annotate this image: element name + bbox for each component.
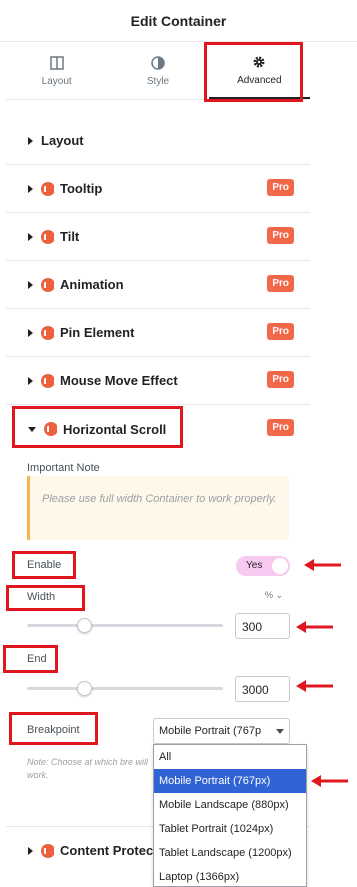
section-tilt[interactable]: Tilt Pro xyxy=(6,213,310,261)
enable-toggle-text: Yes xyxy=(246,560,263,571)
tab-style[interactable]: Style xyxy=(107,44,208,99)
tab-layout[interactable]: Layout xyxy=(6,44,107,99)
arrow-left-icon xyxy=(296,680,333,692)
section-label: Mouse Move Effect xyxy=(60,373,178,388)
tab-style-label: Style xyxy=(146,76,170,87)
section-label: Pin Element xyxy=(60,325,135,340)
width-input[interactable]: 300 xyxy=(235,613,290,639)
section-label: Animation xyxy=(60,277,124,292)
pro-badge: Pro xyxy=(267,323,294,340)
gear-icon xyxy=(253,56,265,68)
section-mouse-move-effect[interactable]: Mouse Move Effect Pro xyxy=(6,357,310,405)
caret-down-icon xyxy=(28,426,36,432)
plugin-logo-icon xyxy=(41,181,56,196)
panel-header: Edit Container xyxy=(0,0,357,42)
arrow-left-icon xyxy=(296,621,333,633)
pro-badge: Pro xyxy=(267,275,294,292)
enable-toggle[interactable]: Yes xyxy=(236,556,290,576)
breakpoint-option[interactable]: Mobile Landscape (880px) xyxy=(154,793,306,817)
breakpoint-hint: Note: Choose at which bre will work. xyxy=(27,757,149,780)
arrow-left-icon xyxy=(311,775,348,787)
important-note-box: Please use full width Container to work … xyxy=(27,476,289,540)
panel-title: Edit Container xyxy=(130,12,227,29)
breakpoint-option-selected[interactable]: Mobile Portrait (767px) xyxy=(154,769,306,793)
section-tooltip[interactable]: Tooltip Pro xyxy=(6,165,310,213)
pro-badge: Pro xyxy=(267,419,294,436)
toggle-knob xyxy=(272,558,288,574)
section-label: Content Protec xyxy=(60,843,154,858)
caret-right-icon xyxy=(28,280,33,289)
width-slider-handle[interactable] xyxy=(77,618,92,633)
plugin-logo-icon xyxy=(41,373,56,388)
end-label: End xyxy=(27,653,47,665)
breakpoint-selected-value: Mobile Portrait (767p xyxy=(159,725,262,737)
breakpoint-dropdown: All Mobile Portrait (767px) Mobile Lands… xyxy=(153,744,307,887)
important-note-text: Please use full width Container to work … xyxy=(42,493,277,505)
enable-label: Enable xyxy=(27,559,62,571)
breakpoint-option[interactable]: Tablet Landscape (1200px) xyxy=(154,841,306,865)
plugin-logo-icon xyxy=(44,422,59,436)
chevron-down-icon xyxy=(276,729,284,734)
section-horizontal-scroll[interactable]: Horizontal Scroll Pro xyxy=(6,405,310,453)
tab-advanced[interactable]: Advanced xyxy=(208,44,310,99)
section-layout[interactable]: Layout xyxy=(6,117,310,165)
caret-right-icon xyxy=(28,184,33,193)
caret-right-icon xyxy=(28,846,33,855)
breakpoint-option[interactable]: All xyxy=(154,745,306,769)
plugin-logo-icon xyxy=(41,277,56,292)
arrow-left-icon xyxy=(304,559,341,571)
width-label: Width xyxy=(27,591,56,603)
section-animation[interactable]: Animation Pro xyxy=(6,261,310,309)
style-icon xyxy=(151,56,165,70)
caret-right-icon xyxy=(28,136,33,145)
pro-badge: Pro xyxy=(267,227,294,244)
pro-badge: Pro xyxy=(267,179,294,196)
breakpoint-option[interactable]: Tablet Portrait (1024px) xyxy=(154,817,306,841)
tab-advanced-label: Advanced xyxy=(237,75,282,86)
width-unit-selector[interactable]: % ⌄ xyxy=(265,590,283,601)
tab-layout-label: Layout xyxy=(41,76,72,87)
section-label: Horizontal Scroll xyxy=(63,421,167,437)
section-label: Tooltip xyxy=(60,181,103,196)
caret-right-icon xyxy=(28,232,33,241)
plugin-logo-icon xyxy=(41,229,56,244)
section-label: Layout xyxy=(41,133,84,148)
important-note-title: Important Note xyxy=(27,462,100,474)
plugin-logo-icon xyxy=(41,843,56,858)
caret-right-icon xyxy=(28,376,33,385)
plugin-logo-icon xyxy=(41,325,56,340)
width-slider[interactable] xyxy=(27,618,223,633)
end-input[interactable]: 3000 xyxy=(235,676,290,702)
breakpoint-label: Breakpoint xyxy=(27,724,80,736)
layout-icon xyxy=(49,56,64,70)
panel-tabs: Layout Style Advanced xyxy=(6,44,310,100)
breakpoint-option[interactable]: Laptop (1366px) xyxy=(154,865,306,887)
end-slider-handle[interactable] xyxy=(77,681,92,696)
breakpoint-select[interactable]: Mobile Portrait (767p xyxy=(153,718,290,744)
end-slider[interactable] xyxy=(27,681,223,696)
pro-badge: Pro xyxy=(267,371,294,388)
section-label: Tilt xyxy=(60,229,80,244)
section-pin-element[interactable]: Pin Element Pro xyxy=(6,309,310,357)
caret-right-icon xyxy=(28,328,33,337)
